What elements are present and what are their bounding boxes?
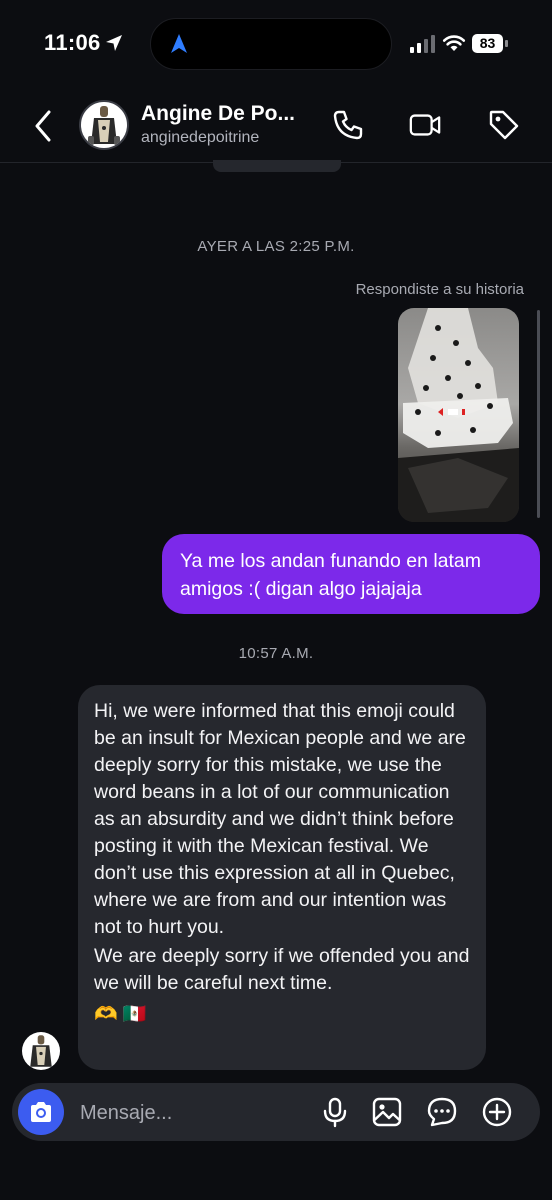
image-icon[interactable]: [371, 1096, 403, 1128]
battery-level: 83: [472, 34, 503, 53]
message-timestamp: 10:57 A.M.: [238, 645, 314, 662]
avatar-figure-icon: [30, 1035, 52, 1067]
pinned-sheet-tab[interactable]: [213, 160, 341, 172]
heart-hands-mexico-flag-emoji: 🫶 🇲🇽: [94, 1004, 147, 1025]
avatar-figure-icon: [88, 106, 120, 145]
contact-name[interactable]: Angine De Po...: [141, 102, 295, 126]
story-thumbnail[interactable]: [398, 308, 519, 522]
story-scrollbar: [537, 310, 540, 518]
plus-circle-icon[interactable]: [481, 1096, 513, 1128]
camera-button[interactable]: [18, 1089, 64, 1135]
message-input[interactable]: [78, 1083, 312, 1143]
message-composer: [12, 1083, 540, 1143]
camera-icon: [31, 1102, 51, 1122]
received-message-paragraph: We are deeply sorry if we offended you a…: [94, 945, 470, 994]
message-timestamp: AYER A LAS 2:25 P.M.: [197, 238, 355, 255]
phone-icon[interactable]: [331, 108, 365, 142]
microphone-icon[interactable]: [319, 1096, 351, 1128]
video-camera-icon[interactable]: [408, 108, 442, 142]
status-time: 11:06: [44, 30, 101, 55]
sent-message-bubble[interactable]: Ya me los andan funando en latam amigos …: [162, 534, 540, 614]
cellular-signal-icon: [410, 35, 435, 53]
contact-avatar[interactable]: [79, 100, 129, 150]
status-bar: 11:06 83: [0, 0, 552, 90]
received-message-paragraph: Hi, we were informed that this emoji cou…: [94, 700, 466, 938]
wifi-icon: [442, 35, 466, 51]
dynamic-island: [150, 18, 392, 70]
location-arrow-icon: [106, 35, 122, 51]
contact-username[interactable]: anginedepoitrine: [141, 129, 259, 147]
chat-header: Angine De Po... anginedepoitrine: [0, 90, 552, 163]
sticker-chat-icon[interactable]: [426, 1096, 458, 1128]
back-chevron-icon[interactable]: [30, 108, 56, 144]
received-message-bubble[interactable]: Hi, we were informed that this emoji cou…: [78, 685, 486, 1070]
tag-icon[interactable]: [487, 108, 521, 142]
battery-icon: 83: [472, 34, 508, 54]
navigation-icon: [171, 34, 187, 53]
story-reply-label: Respondiste a su historia: [355, 281, 524, 298]
sender-avatar[interactable]: [22, 1032, 60, 1070]
story-image: [398, 308, 519, 522]
